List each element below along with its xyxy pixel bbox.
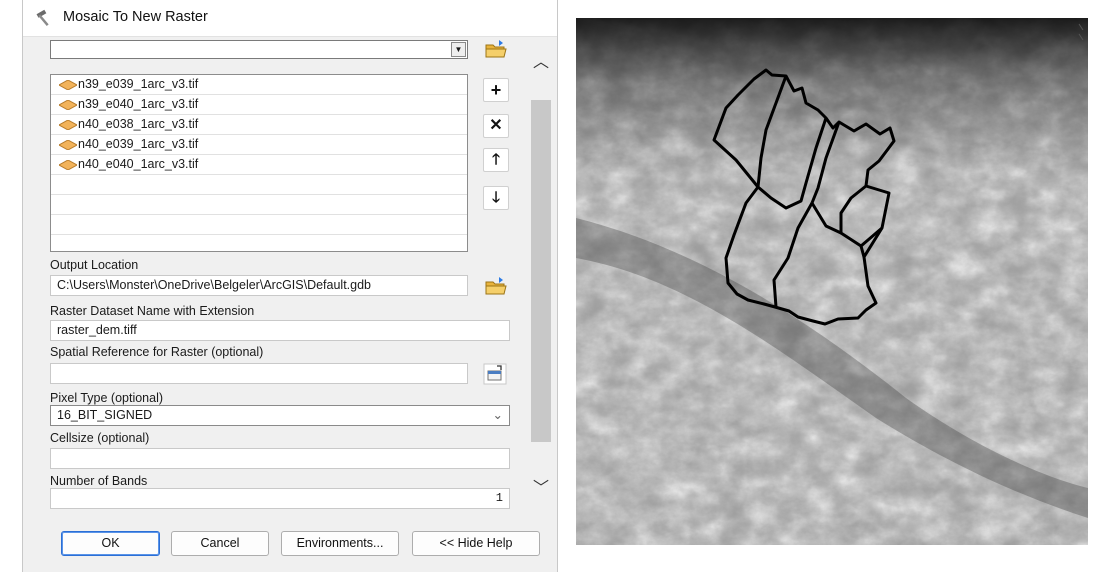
dialog-title: Mosaic To New Raster [63,9,208,25]
ok-button[interactable]: OK [61,531,160,556]
map-edge-marks [1078,23,1084,41]
mosaic-to-new-raster-dialog: Mosaic To New Raster ▼ n39_e039_1arc_v3.… [22,0,558,572]
list-item-label: n40_e039_1arc_v3.tif [78,137,199,151]
scrollbar-thumb[interactable] [531,100,551,442]
title-bar: Mosaic To New Raster [23,0,557,37]
list-item[interactable]: n39_e039_1arc_v3.tif [51,75,467,95]
raster-dataset-icon [59,140,77,150]
cellsize-field[interactable] [50,448,510,469]
list-item-label: n40_e038_1arc_v3.tif [78,117,199,131]
dem-raster [576,18,1088,545]
list-item-label: n40_e040_1arc_v3.tif [78,157,199,171]
list-item[interactable]: n40_e040_1arc_v3.tif [51,155,467,175]
spatial-reference-label: Spatial Reference for Raster (optional) [50,345,264,359]
list-item-empty [51,195,467,215]
environments-button[interactable]: Environments... [281,531,399,556]
raster-name-field[interactable]: raster_dem.tiff [50,320,510,341]
number-of-bands-field[interactable]: 1 [50,488,510,509]
open-folder-icon[interactable] [483,38,509,60]
cancel-button[interactable]: Cancel [171,531,269,556]
output-location-field[interactable]: C:\Users\Monster\OneDrive\Belgeler\ArcGI… [50,275,468,296]
chevron-down-icon[interactable]: ﹀ [529,478,553,500]
chevron-up-icon[interactable]: ︿ [529,52,553,74]
output-location-label: Output Location [50,258,139,272]
input-rasters-combo[interactable]: ▼ [50,40,468,59]
hide-help-button[interactable]: << Hide Help [412,531,540,556]
number-of-bands-label: Number of Bands [50,474,148,488]
dropdown-arrow-icon[interactable]: ▼ [451,42,466,57]
raster-dataset-icon [59,80,77,90]
list-item[interactable]: n39_e040_1arc_v3.tif [51,95,467,115]
raster-dataset-icon [59,160,77,170]
pixel-type-value: 16_BIT_SIGNED [57,408,153,422]
add-icon[interactable]: + [483,78,509,102]
dialog-footer: OK Cancel Environments... << Hide Help [23,516,557,572]
list-item[interactable]: n40_e039_1arc_v3.tif [51,135,467,155]
cellsize-label: Cellsize (optional) [50,431,150,445]
list-item[interactable]: n40_e038_1arc_v3.tif [51,115,467,135]
dem-map-view[interactable] [576,18,1088,545]
move-down-icon[interactable]: 🡓 [483,186,509,210]
raster-dataset-icon [59,100,77,110]
spatial-reference-properties-icon[interactable] [483,363,507,385]
pixel-type-label: Pixel Type (optional) [50,391,164,405]
pixel-type-select[interactable]: 16_BIT_SIGNED ⌄ [50,405,510,426]
chevron-down-icon[interactable]: ⌄ [493,406,503,425]
raster-dataset-icon [59,120,77,130]
list-item-empty [51,215,467,235]
hammer-icon [36,9,49,27]
list-item-label: n39_e039_1arc_v3.tif [78,77,199,91]
list-item-empty [51,175,467,195]
spatial-reference-field[interactable] [50,363,468,384]
raster-name-label: Raster Dataset Name with Extension [50,304,255,318]
dialog-scrollbar[interactable]: ︿ ﹀ [529,52,553,516]
list-item-label: n39_e040_1arc_v3.tif [78,97,199,111]
dialog-content: ▼ n39_e039_1arc_v3.tif n39_e040_1arc_v3.… [23,36,557,516]
browse-folder-icon[interactable] [483,275,509,297]
remove-icon[interactable]: ✕ [483,114,509,138]
move-up-icon[interactable]: 🡑 [483,148,509,172]
input-rasters-list[interactable]: n39_e039_1arc_v3.tif n39_e040_1arc_v3.ti… [50,74,468,252]
